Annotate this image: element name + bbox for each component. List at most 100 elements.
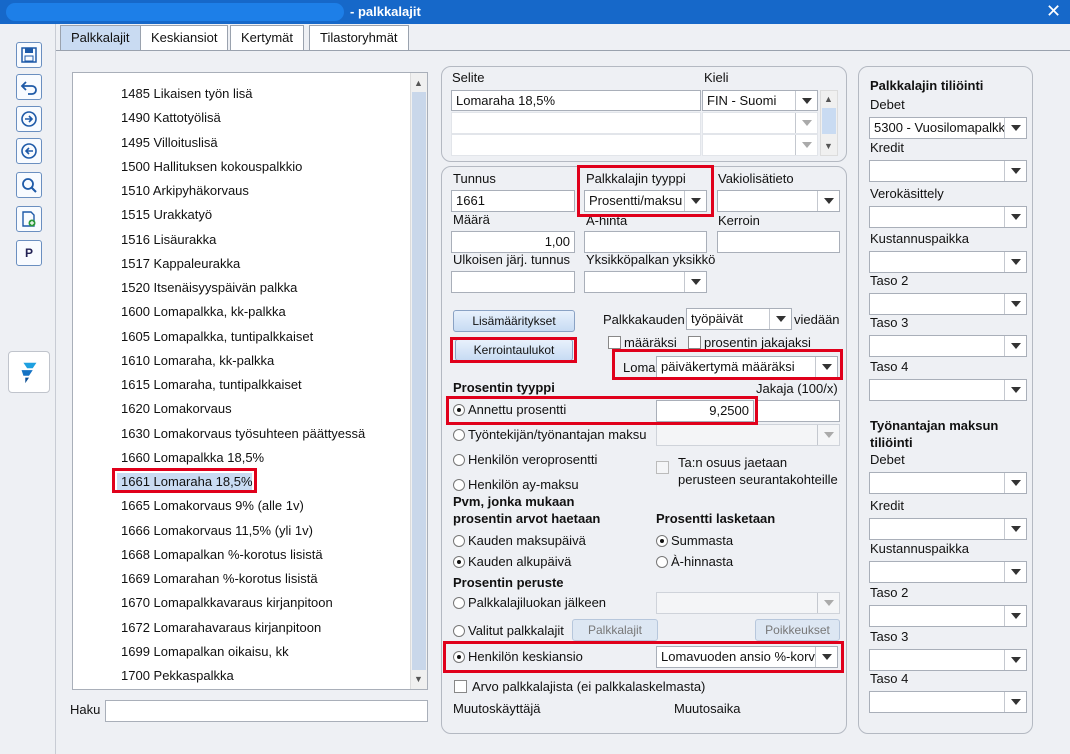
search-button[interactable]	[16, 172, 42, 198]
list-item[interactable]: 1516 Lisäurakka	[121, 230, 216, 250]
ahinnasta-radio[interactable]	[656, 556, 668, 568]
list-item[interactable]: 1485 Likaisen työn lisä	[121, 84, 253, 104]
osuus-checkbox[interactable]	[656, 461, 669, 474]
list-item[interactable]: 1610 Lomaraha, kk-palkka	[121, 351, 274, 371]
list-scrollbar-thumb[interactable]	[412, 92, 426, 670]
list-item[interactable]: 1515 Urakkatyö	[121, 205, 212, 225]
debet-select[interactable]: 5300 - Vuosilomapalkka	[869, 117, 1027, 139]
selite-row-3[interactable]	[451, 134, 701, 156]
ta-kredit-select[interactable]	[869, 518, 1027, 540]
chevron-down-icon[interactable]	[1004, 692, 1026, 712]
list-item[interactable]: 1668 Lomapalkan %-korotus lisistä	[121, 545, 323, 565]
tab-palkkalajit[interactable]: Palkkalajit	[60, 25, 141, 51]
kieli-select[interactable]: FIN - Suomi	[702, 90, 818, 111]
palkkakauden-select[interactable]: työpäivät	[686, 308, 792, 330]
kieli-select-2[interactable]	[702, 112, 818, 134]
list-item[interactable]: 1510 Arkipyhäkorvaus	[121, 181, 249, 201]
list-item[interactable]: 1699 Lomapalkan oikaisu, kk	[121, 642, 289, 662]
kustannuspaikka-select[interactable]	[869, 251, 1027, 273]
maara-input[interactable]: 1,00	[451, 231, 575, 253]
selite-row-2[interactable]	[451, 112, 701, 134]
poikkeukset-button[interactable]: Poikkeukset	[755, 619, 840, 641]
list-item[interactable]: 1672 Lomarahavaraus kirjanpitoon	[121, 618, 321, 638]
chevron-down-icon[interactable]	[1004, 473, 1026, 493]
add-document-button[interactable]	[16, 206, 42, 232]
tyontekijan-maksu-select[interactable]	[656, 424, 840, 446]
kredit-select[interactable]	[869, 160, 1027, 182]
veroprosentti-radio[interactable]	[453, 454, 465, 466]
tab-tilastoryhmat[interactable]: Tilastoryhmät	[309, 25, 409, 51]
chevron-down-icon[interactable]	[1004, 161, 1026, 181]
next-button[interactable]	[16, 106, 42, 132]
chevron-down-icon[interactable]	[817, 593, 839, 613]
list-item[interactable]: 1500 Hallituksen kokouspalkkio	[121, 157, 302, 177]
scroll-down-icon[interactable]: ▼	[824, 141, 833, 151]
chevron-down-icon[interactable]	[795, 135, 817, 155]
selite-scrollbar-thumb[interactable]	[822, 108, 836, 134]
ta-taso4-select[interactable]	[869, 691, 1027, 713]
list-item[interactable]: 1605 Lomapalkka, tuntipalkkaiset	[121, 327, 313, 347]
chevron-down-icon[interactable]	[795, 113, 817, 133]
scroll-up-icon[interactable]: ▲	[414, 78, 423, 88]
ta-debet-select[interactable]	[869, 472, 1027, 494]
kauden-maksupaiva-radio[interactable]	[453, 535, 465, 547]
valitut-palkkalajit-radio[interactable]	[453, 625, 465, 637]
list-item[interactable]: 1490 Kattotyölisä	[121, 108, 221, 128]
summasta-radio[interactable]	[656, 535, 668, 547]
taso2-select[interactable]	[869, 293, 1027, 315]
kerroin-input[interactable]	[717, 231, 840, 253]
list-item[interactable]: 1495 Villoituslisä	[121, 133, 218, 153]
verokasittely-select[interactable]	[869, 206, 1027, 228]
list-item[interactable]: 1669 Lomarahan %-korotus lisistä	[121, 569, 318, 589]
chevron-down-icon[interactable]	[1004, 294, 1026, 314]
taso3-select[interactable]	[869, 335, 1027, 357]
chevron-down-icon[interactable]	[769, 309, 791, 329]
tab-keskiansiot[interactable]: Keskiansiot	[140, 25, 229, 51]
chevron-down-icon[interactable]	[1004, 650, 1026, 670]
close-icon[interactable]: ✕	[1046, 1, 1061, 22]
list-item[interactable]: 1660 Lomapalkka 18,5%	[121, 448, 264, 468]
list-item[interactable]: 1665 Lomakorvaus 9% (alle 1v)	[121, 496, 304, 516]
chevron-down-icon[interactable]	[1004, 252, 1026, 272]
taso4-select[interactable]	[869, 379, 1027, 401]
list-item[interactable]: 1700 Pekkaspalkka	[121, 666, 234, 686]
chevron-down-icon[interactable]	[795, 91, 817, 110]
chevron-down-icon[interactable]	[817, 191, 839, 211]
list-item[interactable]: 1620 Lomakorvaus	[121, 399, 232, 419]
p-button[interactable]: P	[16, 240, 42, 266]
yksikkopalkan-yksikko-select[interactable]	[584, 271, 707, 293]
undo-button[interactable]	[16, 74, 42, 100]
lisamaaritykset-button[interactable]: Lisämääritykset	[453, 310, 575, 332]
chevron-down-icon[interactable]	[1004, 207, 1026, 227]
list-item[interactable]: 1666 Lomakorvaus 11,5% (yli 1v)	[121, 521, 313, 541]
list-item[interactable]: 1670 Lomapalkkavaraus kirjanpitoon	[121, 593, 333, 613]
kauden-alkupaiva-radio[interactable]	[453, 556, 465, 568]
tyontekijan-maksu-radio[interactable]	[453, 429, 465, 441]
ulkoinen-tunnus-input[interactable]	[451, 271, 575, 293]
list-item[interactable]: 1600 Lomapalkka, kk-palkka	[121, 302, 286, 322]
a-hinta-input[interactable]	[584, 231, 707, 253]
scroll-down-icon[interactable]: ▼	[414, 674, 423, 684]
ay-maksu-radio[interactable]	[453, 479, 465, 491]
haku-input[interactable]	[105, 700, 428, 722]
list-item[interactable]: 1520 Itsenäisyyspäivän palkka	[121, 278, 297, 298]
list-item[interactable]: 1630 Lomakorvaus työsuhteen päättyessä	[121, 424, 365, 444]
chevron-down-icon[interactable]	[1004, 380, 1026, 400]
tunnus-input[interactable]: 1661	[451, 190, 575, 212]
chevron-down-icon[interactable]	[1004, 336, 1026, 356]
palkkalajiluokan-radio[interactable]	[453, 597, 465, 609]
chevron-down-icon[interactable]	[1004, 519, 1026, 539]
palkkalajiluokan-select[interactable]	[656, 592, 840, 614]
chevron-down-icon[interactable]	[684, 272, 706, 292]
arvo-palkkalajista-checkbox[interactable]	[454, 680, 467, 693]
chevron-down-icon[interactable]	[1004, 606, 1026, 626]
brand-button[interactable]	[8, 351, 50, 393]
maaraksi-checkbox[interactable]	[608, 336, 621, 349]
vakiolisatieto-select[interactable]	[717, 190, 840, 212]
jakajaksi-checkbox[interactable]	[688, 336, 701, 349]
previous-button[interactable]	[16, 138, 42, 164]
chevron-down-icon[interactable]	[817, 425, 839, 445]
list-item[interactable]: 1517 Kappaleurakka	[121, 254, 240, 274]
tab-kertymat[interactable]: Kertymät	[230, 25, 305, 51]
jakaja-input[interactable]	[756, 400, 840, 422]
